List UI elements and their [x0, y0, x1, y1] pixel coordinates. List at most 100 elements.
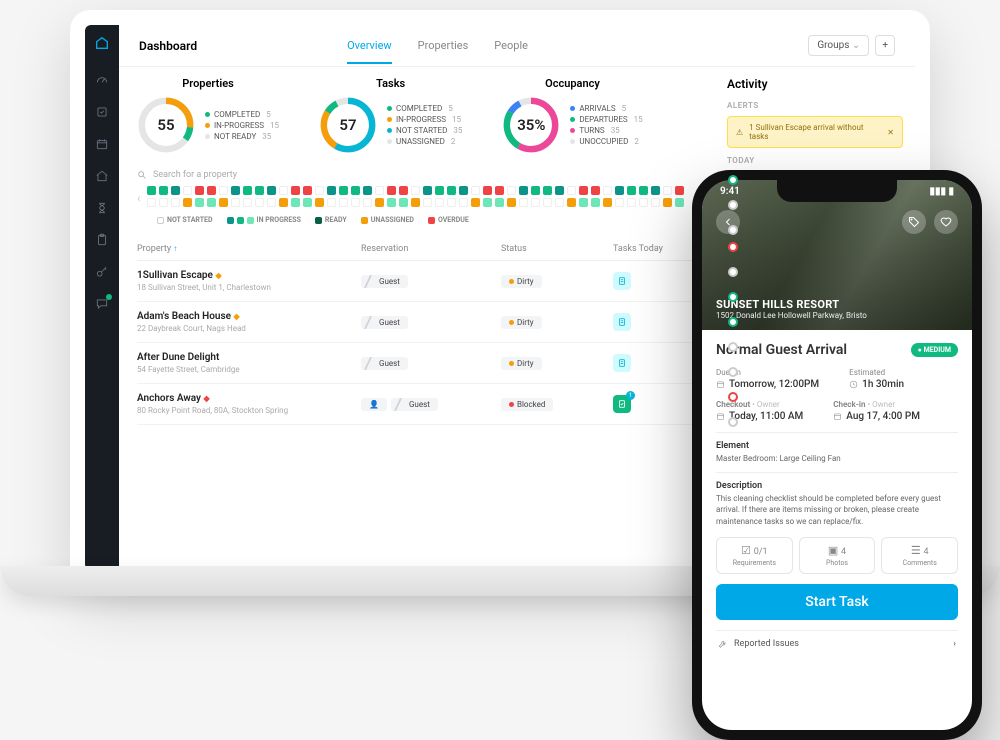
grid-cell[interactable]	[183, 198, 192, 207]
grid-cell[interactable]	[387, 186, 396, 195]
heart-icon[interactable]	[934, 210, 958, 234]
table-row[interactable]: After Dune Delight 54 Fayette Street, Ca…	[137, 343, 697, 384]
grid-cell[interactable]	[147, 198, 156, 207]
grid-cell[interactable]	[651, 186, 660, 195]
grid-cell[interactable]	[531, 186, 540, 195]
grid-cell[interactable]	[399, 186, 408, 195]
grid-cell[interactable]	[339, 186, 348, 195]
grid-cell[interactable]	[579, 198, 588, 207]
grid-cell[interactable]	[555, 198, 564, 207]
tab-properties[interactable]: Properties	[418, 39, 469, 64]
grid-cell[interactable]	[267, 198, 276, 207]
grid-cell[interactable]	[255, 186, 264, 195]
grid-cell[interactable]	[663, 186, 672, 195]
grid-cell[interactable]	[351, 186, 360, 195]
grid-cell[interactable]	[255, 198, 264, 207]
table-row[interactable]: Adam's Beach House ◆22 Daybreak Court, N…	[137, 302, 697, 343]
grid-cell[interactable]	[591, 198, 600, 207]
grid-cell[interactable]	[171, 186, 180, 195]
checkbox-icon[interactable]	[95, 105, 109, 119]
alert-item[interactable]: ⚠ 1 Sullivan Escape arrival without task…	[727, 116, 903, 148]
grid-cell[interactable]	[375, 186, 384, 195]
grid-cell[interactable]	[675, 198, 684, 207]
grid-cell[interactable]	[651, 198, 660, 207]
col-status[interactable]: Status	[501, 244, 613, 254]
grid-cell[interactable]	[531, 198, 540, 207]
grid-cell[interactable]	[351, 198, 360, 207]
task-icon[interactable]	[613, 313, 631, 331]
grid-cell[interactable]	[543, 198, 552, 207]
grid-cell[interactable]	[495, 198, 504, 207]
grid-cell[interactable]	[627, 186, 636, 195]
grid-cell[interactable]	[195, 198, 204, 207]
grid-cell[interactable]	[435, 186, 444, 195]
grid-cell[interactable]	[327, 186, 336, 195]
grid-cell[interactable]	[483, 186, 492, 195]
grid-cell[interactable]	[231, 198, 240, 207]
grid-cell[interactable]	[363, 198, 372, 207]
grid-cell[interactable]	[387, 198, 396, 207]
grid-cell[interactable]	[639, 198, 648, 207]
chat-icon[interactable]	[95, 297, 109, 311]
col-tasks[interactable]: Tasks Today	[613, 244, 697, 254]
grid-cell[interactable]	[495, 186, 504, 195]
tab-overview[interactable]: Overview	[347, 39, 392, 64]
grid-cell[interactable]	[207, 198, 216, 207]
grid-cell[interactable]	[447, 186, 456, 195]
grid-cell[interactable]	[459, 186, 468, 195]
grid-cell[interactable]	[291, 186, 300, 195]
task-icon[interactable]	[613, 354, 631, 372]
grid-cell[interactable]	[147, 186, 156, 195]
grid-cell[interactable]	[267, 186, 276, 195]
grid-cell[interactable]	[339, 198, 348, 207]
tag-icon[interactable]	[902, 210, 926, 234]
grid-cell[interactable]	[399, 198, 408, 207]
grid-cell[interactable]	[603, 186, 612, 195]
grid-cell[interactable]	[291, 198, 300, 207]
grid-cell[interactable]	[459, 198, 468, 207]
grid-cell[interactable]	[483, 198, 492, 207]
grid-cell[interactable]	[519, 186, 528, 195]
action-card[interactable]: ▣ 4Photos	[799, 537, 876, 574]
grid-cell[interactable]	[411, 186, 420, 195]
grid-cell[interactable]	[195, 186, 204, 195]
home-icon[interactable]	[95, 169, 109, 183]
action-card[interactable]: ☰ 4Comments	[881, 537, 958, 574]
grid-cell[interactable]	[315, 198, 324, 207]
grid-cell[interactable]	[159, 198, 168, 207]
grid-cell[interactable]	[279, 186, 288, 195]
grid-cell[interactable]	[615, 198, 624, 207]
grid-cell[interactable]	[327, 198, 336, 207]
clipboard-icon[interactable]	[95, 233, 109, 247]
grid-cell[interactable]	[219, 186, 228, 195]
reported-issues[interactable]: Reported Issues ›	[716, 630, 958, 649]
grid-cell[interactable]	[219, 198, 228, 207]
grid-cell[interactable]	[411, 198, 420, 207]
search-row[interactable]: Search for a property	[137, 170, 697, 180]
grid-cell[interactable]	[303, 186, 312, 195]
grid-cell[interactable]	[279, 198, 288, 207]
grid-prev[interactable]: ‹	[137, 191, 141, 205]
close-icon[interactable]: ✕	[887, 128, 894, 137]
col-property[interactable]: Property ↑	[137, 244, 361, 254]
grid-cell[interactable]	[423, 186, 432, 195]
table-row[interactable]: 1Sullivan Escape ◆18 Sullivan Street, Un…	[137, 261, 697, 302]
task-icon[interactable]	[613, 272, 631, 290]
grid-cell[interactable]	[243, 186, 252, 195]
grid-cell[interactable]	[507, 198, 516, 207]
start-task-button[interactable]: Start Task	[716, 584, 958, 620]
grid-cell[interactable]	[183, 186, 192, 195]
grid-cell[interactable]	[171, 198, 180, 207]
grid-cell[interactable]	[375, 198, 384, 207]
key-icon[interactable]	[95, 265, 109, 279]
grid-cell[interactable]	[363, 186, 372, 195]
grid-cell[interactable]	[615, 186, 624, 195]
col-reservation[interactable]: Reservation	[361, 244, 501, 254]
add-button[interactable]: +	[875, 35, 895, 56]
calendar-icon[interactable]	[95, 137, 109, 151]
grid-cell[interactable]	[591, 186, 600, 195]
grid-cell[interactable]	[435, 198, 444, 207]
grid-cell[interactable]	[231, 186, 240, 195]
grid-cell[interactable]	[507, 186, 516, 195]
groups-button[interactable]: Groups ⌄	[808, 35, 869, 56]
